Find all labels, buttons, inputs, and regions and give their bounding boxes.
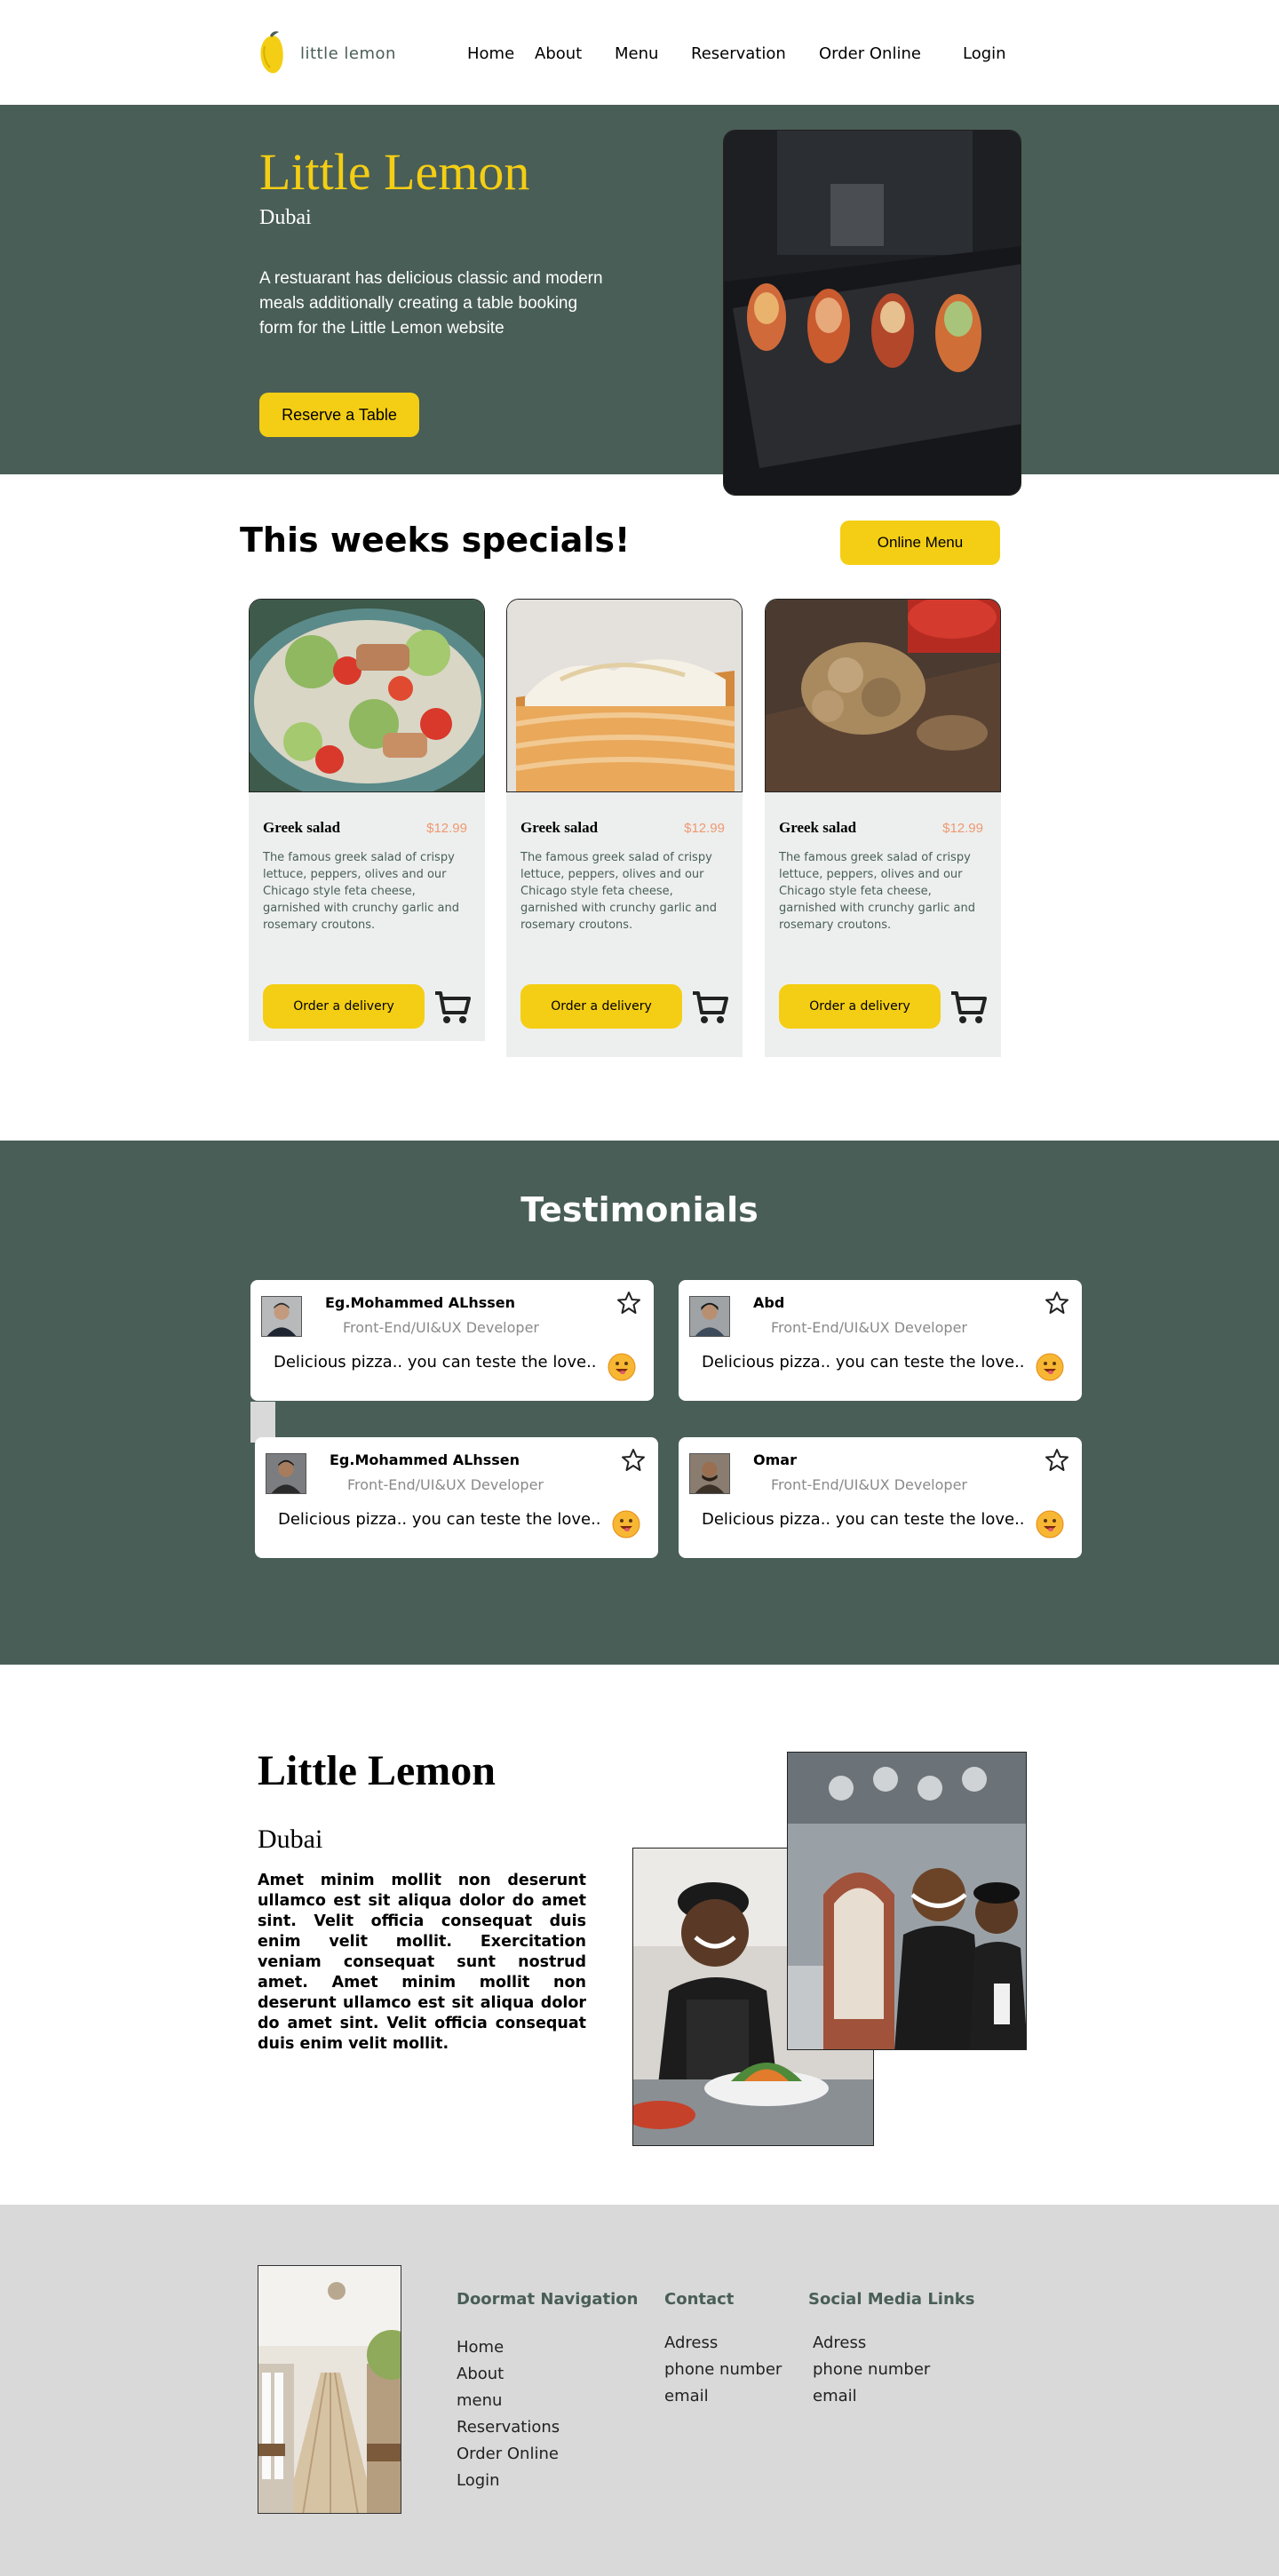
testimonial-role: Front-End/UI&UX Developer — [771, 1476, 967, 1493]
avatar — [261, 1296, 302, 1337]
star-icon[interactable] — [621, 1448, 646, 1473]
about-image-chefs — [787, 1752, 1027, 2050]
nav-link-menu[interactable]: Menu — [615, 44, 658, 63]
special-card: Greek salad $12.99 The famous greek sala… — [506, 599, 743, 1057]
reserve-table-button[interactable]: Reserve a Table — [259, 393, 419, 437]
footer-social-phone[interactable]: phone number — [813, 2357, 930, 2383]
order-delivery-button[interactable]: Order a delivery — [520, 984, 682, 1029]
hero-section — [0, 105, 1279, 474]
footer-contact-phone: phone number — [664, 2360, 782, 2379]
order-delivery-button[interactable]: Order a delivery — [263, 984, 425, 1029]
about-subtitle: Dubai — [258, 1825, 323, 1854]
smiley-emoji-icon — [1036, 1510, 1064, 1538]
special-card: Greek salad $12.99 The famous greek sala… — [249, 599, 485, 1041]
footer-link-menu[interactable]: menu — [457, 2388, 560, 2414]
testimonials-section: Testimonials Eg.Mohammed ALhssen Front-E… — [0, 1141, 1279, 1665]
testimonial-card: Abd Front-End/UI&UX Developer Delicious … — [679, 1280, 1082, 1401]
top-nav: little lemon Home About Menu Reservation… — [0, 0, 1279, 105]
footer-contact-heading: Contact — [664, 2290, 735, 2309]
footer-link-login[interactable]: Login — [457, 2468, 560, 2494]
smiley-emoji-icon — [608, 1353, 636, 1381]
footer-social-list: Adress phone number email — [813, 2330, 930, 2410]
hero-description: A restuarant has delicious classic and m… — [259, 269, 603, 338]
footer-contact-list: Adress phone number email — [664, 2330, 782, 2410]
special-card-price: $12.99 — [942, 821, 983, 836]
special-card-image — [506, 599, 743, 792]
testimonial-card: Omar Front-End/UI&UX Developer Delicious… — [679, 1437, 1082, 1558]
footer-social-address[interactable]: Adress — [813, 2330, 930, 2357]
about-title: Little Lemon — [258, 1747, 496, 1794]
footer-social-email[interactable]: email — [813, 2383, 930, 2410]
special-card: Greek salad $12.99 The famous greek sala… — [765, 599, 1001, 1057]
testimonial-text: Delicious pizza.. you can teste the love… — [278, 1510, 601, 1529]
testimonial-name: Eg.Mohammed ALhssen — [325, 1294, 516, 1311]
footer: Doormat Navigation Home About menu Reser… — [0, 2205, 1279, 2576]
special-card-description: The famous greek salad of crispy lettuce… — [263, 851, 459, 932]
special-card-image — [765, 599, 1001, 792]
testimonial-role: Front-End/UI&UX Developer — [343, 1319, 539, 1336]
footer-image-restaurant-interior — [258, 2265, 401, 2514]
specials-title: This weeks specials! — [240, 521, 631, 560]
nav-link-reservation[interactable]: Reservation — [691, 44, 786, 63]
logo-text: little lemon — [300, 44, 396, 63]
special-card-name: Greek salad — [779, 819, 857, 836]
special-card-name: Greek salad — [263, 819, 341, 836]
nav-link-login[interactable]: Login — [963, 44, 1006, 63]
smiley-emoji-icon — [1036, 1353, 1064, 1381]
nav-link-about[interactable]: About — [535, 44, 582, 63]
footer-link-home[interactable]: Home — [457, 2334, 560, 2361]
testimonial-card: Eg.Mohammed ALhssen Front-End/UI&UX Deve… — [255, 1437, 658, 1558]
footer-doormat-list: Home About menu Reservations Order Onlin… — [457, 2334, 560, 2494]
hero-title: Little Lemon — [259, 143, 530, 201]
lemon-logo-icon — [260, 31, 283, 74]
testimonial-role: Front-End/UI&UX Developer — [347, 1476, 544, 1493]
avatar — [266, 1453, 306, 1494]
special-card-description: The famous greek salad of crispy lettuce… — [779, 851, 975, 932]
special-card-description: The famous greek salad of crispy lettuce… — [520, 851, 717, 932]
testimonial-text: Delicious pizza.. you can teste the love… — [702, 1510, 1025, 1529]
nav-link-order-online[interactable]: Order Online — [819, 44, 921, 63]
avatar — [689, 1296, 730, 1337]
cart-icon[interactable] — [948, 986, 989, 1027]
logo[interactable]: little lemon — [258, 30, 396, 76]
testimonial-text: Delicious pizza.. you can teste the love… — [702, 1353, 1025, 1371]
testimonial-name: Abd — [753, 1294, 785, 1311]
testimonials-title: Testimonials — [520, 1190, 759, 1229]
avatar — [689, 1453, 730, 1494]
about-text: Amet minim mollit non deserunt ullamco e… — [258, 1872, 586, 2053]
testimonial-card: Eg.Mohammed ALhssen Front-End/UI&UX Deve… — [250, 1280, 654, 1401]
cart-icon[interactable] — [432, 986, 473, 1027]
cart-icon[interactable] — [689, 986, 730, 1027]
special-card-price: $12.99 — [426, 821, 467, 836]
hero-subtitle: Dubai — [259, 206, 312, 229]
special-card-name: Greek salad — [520, 819, 599, 836]
star-icon[interactable] — [616, 1291, 641, 1316]
footer-social-heading: Social Media Links — [808, 2290, 975, 2309]
footer-contact-address: Adress — [664, 2334, 719, 2352]
star-icon[interactable] — [1045, 1448, 1069, 1473]
footer-link-about[interactable]: About — [457, 2361, 560, 2388]
hero-image — [723, 130, 1021, 496]
order-delivery-button[interactable]: Order a delivery — [779, 984, 941, 1029]
online-menu-button[interactable]: Online Menu — [840, 521, 1000, 565]
testimonial-name: Eg.Mohammed ALhssen — [330, 1451, 520, 1468]
testimonial-text: Delicious pizza.. you can teste the love… — [274, 1353, 597, 1371]
smiley-emoji-icon — [612, 1510, 640, 1538]
nav-link-home[interactable]: Home — [467, 44, 514, 63]
testimonial-name: Omar — [753, 1451, 797, 1468]
special-card-image — [249, 599, 485, 792]
star-icon[interactable] — [1045, 1291, 1069, 1316]
footer-link-order-online[interactable]: Order Online — [457, 2441, 560, 2468]
footer-contact-email[interactable]: email — [664, 2383, 782, 2410]
special-card-price: $12.99 — [684, 821, 725, 836]
footer-doormat-heading: Doormat Navigation — [457, 2290, 639, 2309]
footer-link-reservations[interactable]: Reservations — [457, 2414, 560, 2441]
testimonial-role: Front-End/UI&UX Developer — [771, 1319, 967, 1336]
